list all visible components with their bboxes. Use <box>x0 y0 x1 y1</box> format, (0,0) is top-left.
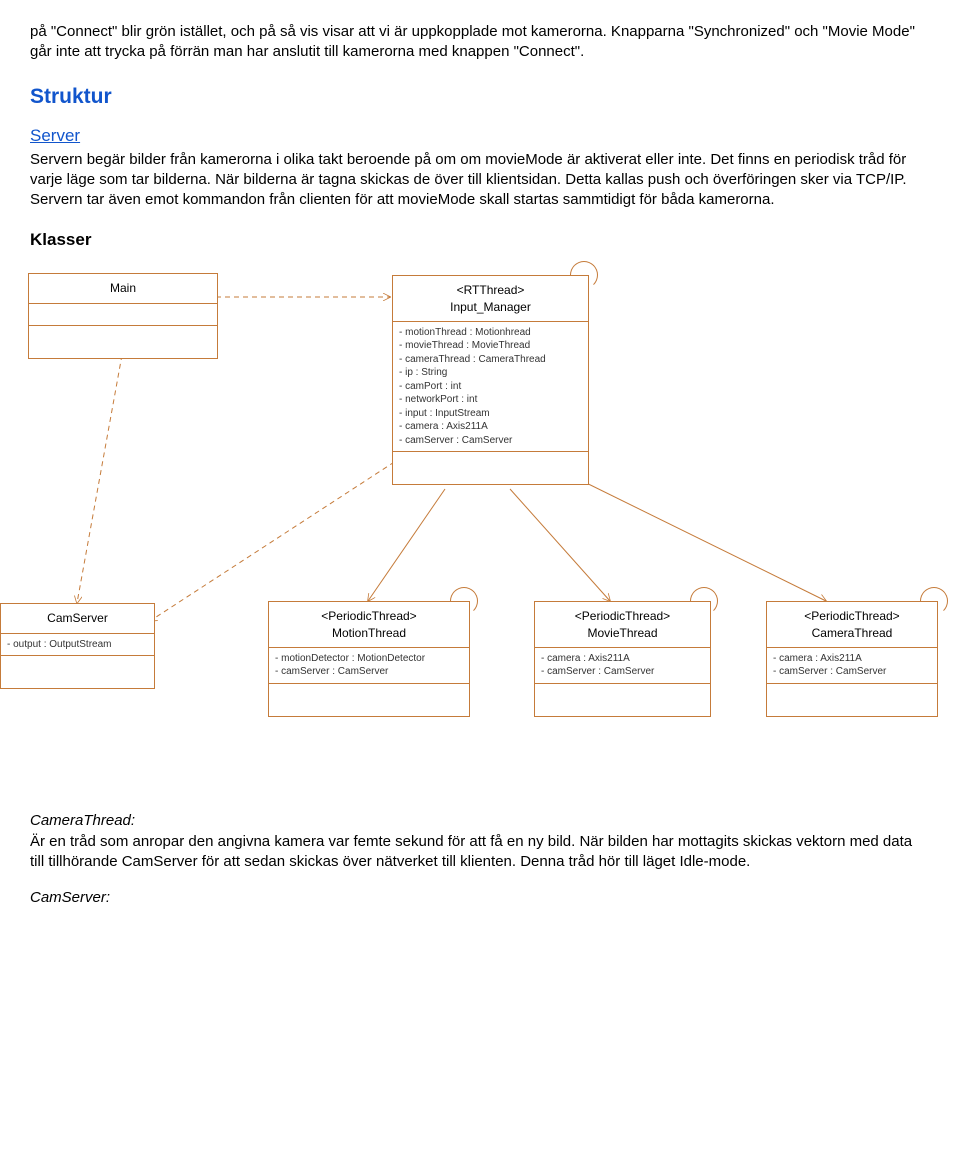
uml-input-manager-ops <box>393 452 588 484</box>
uml-input-manager-header: <RTThread> Input_Manager <box>393 276 588 321</box>
uml-attr-row: - camera : Axis211A <box>541 652 704 666</box>
uml-moviethread-stereotype: <PeriodicThread> <box>543 608 702 624</box>
uml-camerathread-attrs: - camera : Axis211A - camServer : CamSer… <box>767 648 937 684</box>
uml-moviethread-header: <PeriodicThread> MovieThread <box>535 602 710 647</box>
uml-attr-row: - camServer : CamServer <box>541 665 704 679</box>
uml-attr-row: - camera : Axis211A <box>399 420 582 434</box>
camserver-class-heading: CamServer: <box>30 888 930 908</box>
uml-attr-row: - input : InputStream <box>399 407 582 421</box>
uml-main-title: Main <box>29 274 217 303</box>
uml-moviethread-attrs: - camera : Axis211A - camServer : CamSer… <box>535 648 710 684</box>
uml-attr-row: - camPort : int <box>399 380 582 394</box>
uml-camserver-title: CamServer <box>1 604 154 633</box>
struktur-heading: Struktur <box>30 83 930 111</box>
uml-input-manager-stereotype: <RTThread> <box>401 282 580 298</box>
server-heading-link: Server <box>30 125 80 148</box>
uml-attr-row: - camera : Axis211A <box>773 652 931 666</box>
uml-attr-row: - cameraThread : CameraThread <box>399 353 582 367</box>
uml-attr-row: - camServer : CamServer <box>399 434 582 448</box>
uml-motionthread-stereotype: <PeriodicThread> <box>277 608 461 624</box>
uml-moviethread-box: <PeriodicThread> MovieThread - camera : … <box>534 601 711 716</box>
uml-attr-row: - camServer : CamServer <box>275 665 463 679</box>
uml-motionthread-title: MotionThread <box>277 625 461 641</box>
uml-main-ops <box>29 326 217 358</box>
uml-motionthread-attrs: - motionDetector : MotionDetector - camS… <box>269 648 469 684</box>
uml-camerathread-stereotype: <PeriodicThread> <box>775 608 929 624</box>
uml-input-manager-title: Input_Manager <box>401 299 580 315</box>
server-description: Servern begär bilder från kamerorna i ol… <box>30 150 930 211</box>
uml-input-manager-box: <RTThread> Input_Manager - motionThread … <box>392 275 589 485</box>
uml-camserver-ops <box>1 656 154 688</box>
uml-camerathread-header: <PeriodicThread> CameraThread <box>767 602 937 647</box>
uml-main-attrs <box>29 304 217 327</box>
uml-camerathread-ops <box>767 684 937 716</box>
uml-attr-row: - networkPort : int <box>399 393 582 407</box>
uml-moviethread-title: MovieThread <box>543 625 702 641</box>
camerathread-class-heading: CameraThread: <box>30 811 930 831</box>
uml-camerathread-title: CameraThread <box>775 625 929 641</box>
uml-attr-row: - motionDetector : MotionDetector <box>275 652 463 666</box>
uml-attr-row: - motionThread : Motionhread <box>399 326 582 340</box>
camerathread-class-desc: Är en tråd som anropar den angivna kamer… <box>30 832 930 873</box>
uml-camserver-attrs: - output : OutputStream <box>1 634 154 657</box>
uml-main-box: Main <box>28 273 218 359</box>
uml-attr-row: - camServer : CamServer <box>773 665 931 679</box>
uml-motionthread-header: <PeriodicThread> MotionThread <box>269 602 469 647</box>
klasser-heading: Klasser <box>30 229 930 252</box>
uml-input-manager-attrs: - motionThread : Motionhread - movieThre… <box>393 322 588 453</box>
uml-diagram: Main <RTThread> Input_Manager - motionTh… <box>0 261 960 801</box>
uml-moviethread-ops <box>535 684 710 716</box>
uml-attr-row: - movieThread : MovieThread <box>399 339 582 353</box>
uml-motionthread-box: <PeriodicThread> MotionThread - motionDe… <box>268 601 470 716</box>
intro-paragraph: på "Connect" blir grön istället, och på … <box>30 22 930 63</box>
uml-attr-row: - output : OutputStream <box>7 638 148 652</box>
uml-motionthread-ops <box>269 684 469 716</box>
uml-camserver-box: CamServer - output : OutputStream <box>0 603 155 689</box>
uml-camerathread-box: <PeriodicThread> CameraThread - camera :… <box>766 601 938 716</box>
uml-attr-row: - ip : String <box>399 366 582 380</box>
